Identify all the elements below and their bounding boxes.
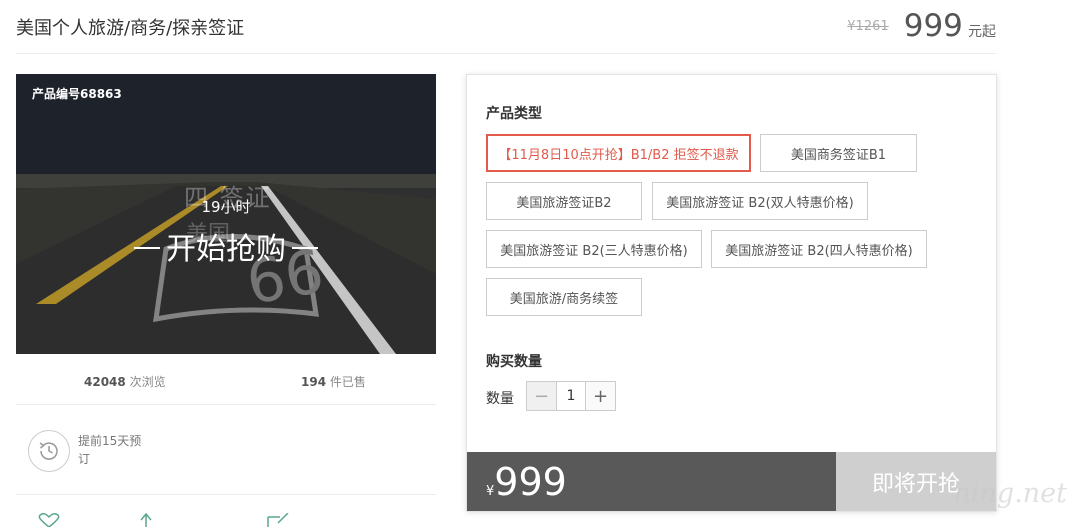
product-hero-image[interactable]: 66 产品编号68863 四 签证 美国 19小时 开始抢购 <box>16 74 436 354</box>
purchase-quantity-label: 购买数量 <box>486 351 542 371</box>
action-icons-row <box>16 495 436 523</box>
view-count: 42048 次浏览 <box>84 373 166 390</box>
product-type-label: 产品类型 <box>486 103 542 123</box>
sold-count-number: 194 <box>301 375 326 389</box>
purchase-panel: 产品类型 【11月8日10点开抢】B1/B2 拒签不退款 美国商务签证B1 美国… <box>466 74 997 512</box>
option-business-b1[interactable]: 美国商务签证B1 <box>760 134 917 172</box>
quantity-input[interactable]: 1 <box>557 382 585 410</box>
quantity-label: 数量 <box>486 388 514 408</box>
dash-left <box>134 247 160 249</box>
option-b1b2-flash-sale[interactable]: 【11月8日10点开抢】B1/B2 拒签不退款 <box>486 134 751 172</box>
view-count-label: 次浏览 <box>130 375 166 389</box>
option-renewal[interactable]: 美国旅游/商务续签 <box>486 278 642 316</box>
price-block: ¥1261 999 元起 <box>847 8 996 44</box>
product-code: 产品编号68863 <box>32 85 122 102</box>
option-tourist-b2[interactable]: 美国旅游签证B2 <box>486 182 642 220</box>
heart-icon[interactable] <box>34 513 64 527</box>
dash-right <box>292 247 318 249</box>
price-unit: 元起 <box>968 24 996 40</box>
sold-count-label: 件已售 <box>330 375 366 389</box>
page-title: 美国个人旅游/商务/探亲签证 <box>16 14 244 40</box>
start-buy-banner: 开始抢购 <box>16 224 436 268</box>
final-price-value: 999 <box>494 460 567 504</box>
advance-booking-text: 提前15天预订 <box>78 432 148 468</box>
sold-count: 194 件已售 <box>301 373 366 390</box>
buy-bar: ¥999 即将开抢 <box>467 452 996 511</box>
final-price: ¥999 <box>486 460 567 504</box>
title-bar: 美国个人旅游/商务/探亲签证 ¥1261 999 元起 <box>16 0 996 54</box>
increment-button[interactable]: + <box>585 382 615 410</box>
quantity-stepper: − 1 + <box>526 381 616 411</box>
stats-row: 42048 次浏览 194 件已售 <box>16 354 436 405</box>
view-count-number: 42048 <box>84 375 126 389</box>
option-tourist-b2-quad[interactable]: 美国旅游签证 B2(四人特惠价格) <box>711 230 927 268</box>
start-buy-text: 开始抢购 <box>166 232 286 267</box>
countdown-timer: 19小时 <box>16 196 436 217</box>
edit-icon[interactable] <box>266 513 292 527</box>
site-watermark: ning.net <box>954 478 1068 509</box>
decrement-button[interactable]: − <box>527 382 557 410</box>
option-tourist-b2-double[interactable]: 美国旅游签证 B2(双人特惠价格) <box>652 182 868 220</box>
original-price: ¥1261 <box>847 19 888 34</box>
clock-icon <box>28 430 70 472</box>
share-icon[interactable] <box>136 513 156 527</box>
current-price: 999 <box>904 8 963 44</box>
advance-booking: 提前15天预订 <box>16 405 436 495</box>
option-tourist-b2-triple[interactable]: 美国旅游签证 B2(三人特惠价格) <box>486 230 702 268</box>
